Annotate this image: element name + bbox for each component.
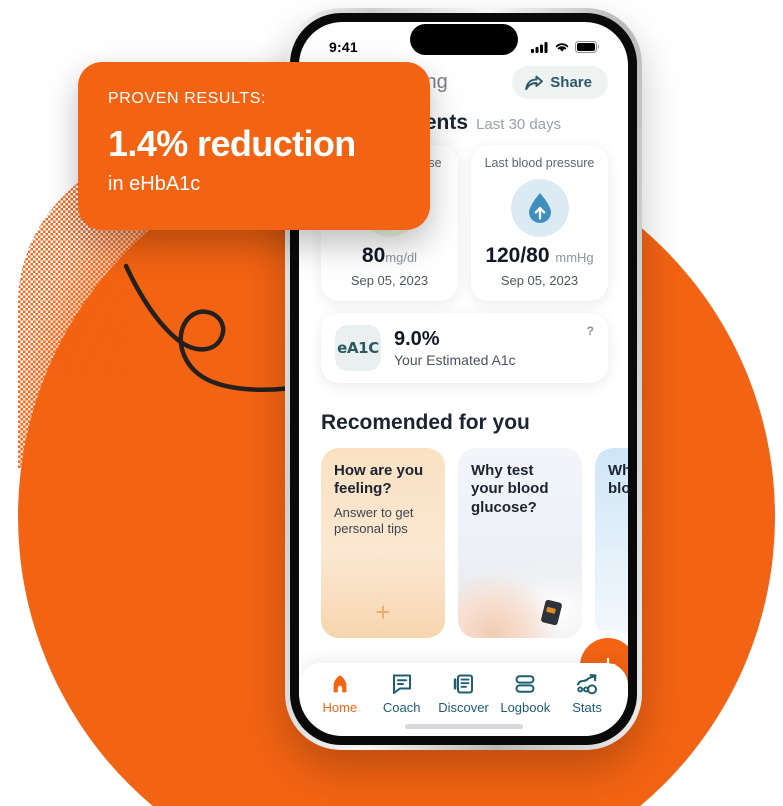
bp-unit: mmHg [555, 250, 594, 265]
tab-list: Home Coach Discover Logbook Stats [309, 673, 618, 715]
glucose-date: Sep 05, 2023 [350, 273, 429, 288]
glucose-unit: mg/dl [385, 250, 418, 265]
bp-value-row: 120/80 mmHg [479, 245, 600, 266]
share-button-label: Share [550, 74, 592, 91]
cellular-signal-icon [531, 42, 548, 53]
rec-card-2-heading: Why test your blood glucose? [471, 462, 549, 516]
bp-icon-wrap [479, 179, 600, 237]
chart-up-icon [577, 674, 598, 695]
bp-date: Sep 05, 2023 [500, 273, 579, 288]
tab-stats-label: Stats [572, 700, 602, 715]
decorative-squiggle-icon [123, 263, 293, 392]
recommended-title: Recomended for you [321, 411, 530, 434]
ea1c-subtitle: Your Estimated A1c [394, 352, 516, 368]
recommended-cards-row[interactable]: How are you feeling? Answer to get perso… [299, 435, 628, 638]
battery-icon [575, 41, 600, 53]
promo-subline: in eHbA1c [108, 173, 201, 195]
tab-stats[interactable]: Stats [556, 673, 618, 715]
tab-logbook-label: Logbook [500, 700, 551, 715]
estimated-a1c-card[interactable]: eA1C 9.0% Your Estimated A1c ? [321, 313, 608, 383]
status-bar-indicators [531, 41, 600, 53]
glucose-value: 80 [361, 244, 386, 267]
blood-pressure-measurement-card[interactable]: Last blood pressure 120/80 mmHg Sep 05, … [471, 145, 608, 301]
proven-results-card: PROVEN RESULTS: 1.4% reduction in eHbA1c [78, 62, 430, 230]
bottom-tab-bar: Home Coach Discover Logbook Stats [299, 663, 628, 736]
screenshot-stage: 9:41 Share Last 30 days 80mg/dl Sep 05, … [0, 0, 783, 806]
tab-home[interactable]: Home [309, 673, 371, 715]
chat-icon [392, 674, 411, 694]
home-icon [333, 675, 347, 693]
tab-coach[interactable]: Coach [371, 673, 433, 715]
ea1c-value: 9.0% [394, 328, 440, 350]
rec-card-1-body: Answer to get personal tips [334, 504, 414, 536]
measurements-subtitle: Last 30 days [476, 116, 562, 133]
rec-card-3-heading: Why test blood [608, 462, 628, 498]
home-indicator[interactable] [404, 724, 523, 729]
status-bar-time: 9:41 [329, 39, 358, 55]
bp-value: 120/80 [485, 244, 550, 267]
glucose-meter-device-icon [540, 599, 563, 626]
rec-card-1-heading: How are you feeling? [334, 462, 424, 498]
recommended-card-why-test[interactable]: Why test your blood glucose? [458, 448, 582, 638]
blood-drop-up-arrow-icon [510, 179, 569, 237]
blood-drop-shape-icon [528, 193, 551, 223]
ea1c-text-block: 9.0% Your Estimated A1c [394, 328, 516, 368]
wifi-icon [555, 43, 569, 52]
bp-card-label: Last blood pressure [484, 156, 595, 170]
status-bar: 9:41 [299, 22, 628, 64]
share-arrow-icon [525, 75, 544, 90]
rec-card-1-plus-icon[interactable]: + [375, 597, 390, 628]
dynamic-island [409, 24, 518, 55]
promo-kicker: PROVEN RESULTS: [108, 90, 267, 107]
share-button[interactable]: Share [512, 66, 608, 99]
tab-discover[interactable]: Discover [433, 673, 495, 715]
glucose-value-row: 80mg/dl [329, 245, 450, 266]
article-icon [454, 674, 474, 694]
ea1c-badge: eA1C [335, 325, 381, 371]
tab-coach-label: Coach [382, 700, 421, 715]
glucose-meter-photo [458, 550, 582, 638]
rows-icon [515, 675, 535, 693]
tab-discover-label: Discover [438, 700, 489, 715]
tab-logbook[interactable]: Logbook [494, 673, 556, 715]
help-icon[interactable]: ? [587, 324, 594, 338]
recommended-card-third[interactable]: Why test blood [595, 448, 628, 638]
tab-home-label: Home [322, 700, 358, 715]
recommended-card-feeling[interactable]: How are you feeling? Answer to get perso… [321, 448, 445, 638]
promo-headline: 1.4% reduction [108, 123, 356, 164]
